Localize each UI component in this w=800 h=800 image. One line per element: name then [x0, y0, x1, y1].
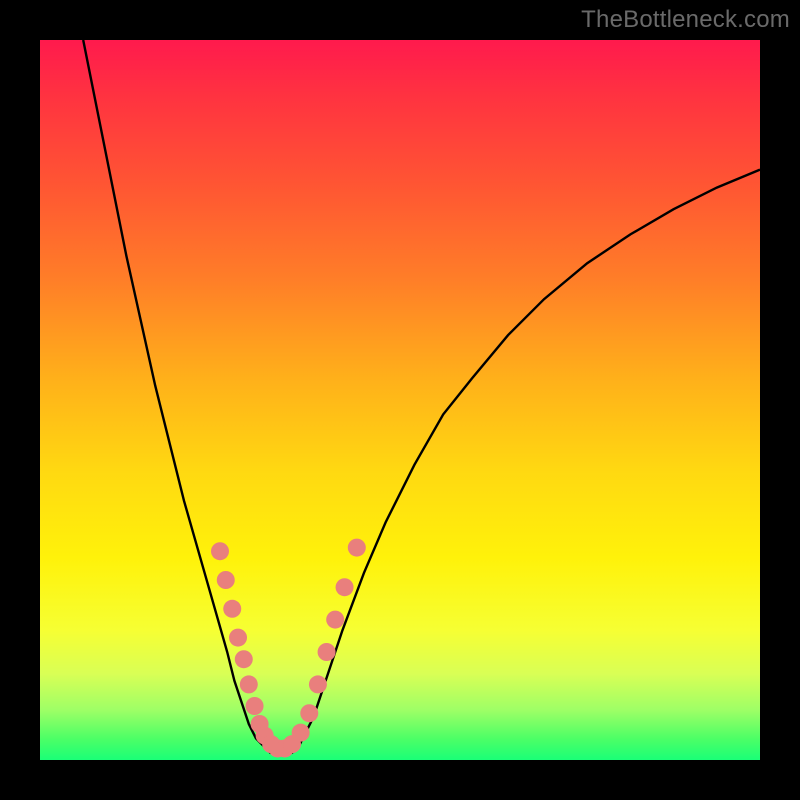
marker-dot: [309, 675, 327, 693]
marker-dot: [348, 539, 366, 557]
marker-dot: [211, 542, 229, 560]
marker-dot: [318, 643, 336, 661]
marker-dot: [292, 724, 310, 742]
marker-dot: [336, 578, 354, 596]
watermark-text: TheBottleneck.com: [581, 6, 790, 34]
marker-dot: [300, 704, 318, 722]
marker-dot: [240, 675, 258, 693]
marker-dot: [326, 611, 344, 629]
marker-dot: [223, 600, 241, 618]
marker-dot: [229, 629, 247, 647]
marker-dot: [217, 571, 235, 589]
marker-dot: [235, 650, 253, 668]
plot-area: [40, 40, 760, 760]
marker-group: [211, 539, 366, 758]
chart-frame: TheBottleneck.com: [0, 0, 800, 800]
chart-svg: [40, 40, 760, 760]
marker-dot: [246, 697, 264, 715]
curve-right: [299, 170, 760, 746]
